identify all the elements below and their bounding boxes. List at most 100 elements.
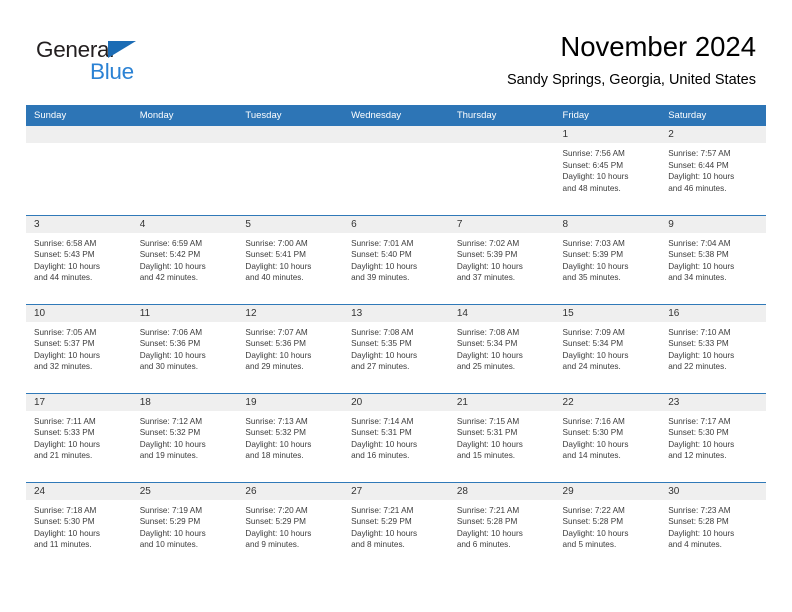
daylight-text-line1: Daylight: 10 hours — [562, 172, 629, 182]
sunrise-text: Sunrise: 7:57 AM — [668, 149, 731, 158]
sunrise-text: Sunrise: 7:14 AM — [351, 416, 414, 426]
day-details: Sunrise: 7:12 AM Sunset: 5:32 PM Daylight:… — [132, 411, 238, 462]
general-blue-logo[interactable]: General Blue — [36, 38, 236, 84]
calendar-day-cell[interactable]: 14 Sunrise: 7:08 AM Sunset: 5:34 PM Dayligh… — [448, 304, 555, 394]
sunrise-text: Sunrise: 7:01 AM — [351, 238, 414, 248]
sunset-text: Sunset: 5:37 PM — [34, 339, 95, 349]
day-details: Sunrise: 6:59 AM Sunset: 5:42 PM Daylight:… — [132, 233, 238, 284]
calendar-day-cell-empty — [343, 126, 449, 216]
calendar-day-cell[interactable]: 11 Sunrise: 7:06 AM Sunset: 5:36 PM Dayligh… — [131, 304, 238, 394]
calendar-day-cell[interactable]: 4 Sunrise: 6:59 AM Sunset: 5:42 PM Daylight… — [131, 215, 238, 305]
weekday-header-tuesday: Tuesday — [237, 105, 344, 126]
day-details: Sunrise: 7:20 AM Sunset: 5:29 PM Daylight:… — [237, 500, 343, 551]
sunrise-text: Sunrise: 7:23 AM — [668, 505, 731, 515]
day-number: 18 — [131, 393, 238, 411]
sunrise-text: Sunrise: 7:13 AM — [245, 416, 308, 426]
calendar-day-cell[interactable]: 16 Sunrise: 7:10 AM Sunset: 5:33 PM Dayligh… — [660, 304, 766, 394]
calendar-day-cell[interactable]: 2 Sunrise: 7:57 AM Sunset: 6:44 PM Daylight… — [660, 126, 766, 216]
day-number: 4 — [131, 215, 238, 233]
day-number: 21 — [448, 393, 555, 411]
calendar-header-row: Sunday Monday Tuesday Wednesday Thursday Frid… — [26, 105, 766, 126]
sunrise-text: Sunrise: 7:08 AM — [456, 327, 520, 337]
day-number: 27 — [343, 482, 449, 500]
calendar-day-cell[interactable]: 3 Sunrise: 6:58 AM Sunset: 5:43 PM Daylight… — [26, 215, 132, 305]
calendar-day-cell[interactable]: 26 Sunrise: 7:20 AM Sunset: 5:29 PM Dayligh… — [237, 482, 344, 571]
calendar-day-cell[interactable]: 5 Sunrise: 7:00 AM Sunset: 5:41 PM Daylight… — [237, 215, 344, 305]
calendar-day-cell[interactable]: 20 Sunrise: 7:14 AM Sunset: 5:31 PM Dayligh… — [343, 393, 449, 483]
sunrise-text: Sunrise: 6:59 AM — [139, 238, 203, 248]
daylight-text-line2: and 27 minutes. — [351, 362, 410, 372]
sunrise-text: Sunrise: 7:19 AM — [139, 505, 203, 515]
calendar-day-cell[interactable]: 24 Sunrise: 7:18 AM Sunset: 5:30 PM Dayligh… — [26, 482, 132, 571]
sunset-text: Sunset: 5:34 PM — [456, 339, 518, 349]
daylight-text-line1: Daylight: 10 hours — [456, 350, 523, 360]
daylight-text-line2: and 24 minutes. — [562, 362, 621, 372]
daylight-text-line2: and 40 minutes. — [245, 273, 304, 283]
calendar-day-cell[interactable]: 19 Sunrise: 7:13 AM Sunset: 5:32 PM Dayligh… — [237, 393, 344, 483]
day-details: Sunrise: 7:07 AM Sunset: 5:36 PM Daylight:… — [237, 322, 343, 373]
calendar-week-row: 1 Sunrise: 7:56 AM Sunset: 6:45 PM Daylight… — [26, 126, 766, 216]
sunset-text: Sunset: 6:45 PM — [562, 160, 624, 170]
calendar-day-cell[interactable]: 10 Sunrise: 7:05 AM Sunset: 5:37 PM Dayligh… — [26, 304, 132, 394]
daylight-text-line1: Daylight: 10 hours — [668, 261, 735, 271]
daylight-text-line1: Daylight: 10 hours — [139, 261, 206, 271]
sunset-text: Sunset: 5:43 PM — [34, 250, 95, 260]
sunset-text: Sunset: 5:36 PM — [245, 339, 306, 349]
sunset-text: Sunset: 6:44 PM — [668, 160, 729, 170]
sunset-text: Sunset: 5:33 PM — [34, 428, 95, 438]
calendar-day-cell[interactable]: 29 Sunrise: 7:22 AM Sunset: 5:28 PM Dayligh… — [554, 482, 661, 571]
sunset-text: Sunset: 5:28 PM — [456, 517, 518, 527]
sunset-text: Sunset: 5:30 PM — [34, 517, 95, 527]
daylight-text-line1: Daylight: 10 hours — [668, 528, 735, 538]
day-details: Sunrise: 7:06 AM Sunset: 5:36 PM Daylight:… — [132, 322, 238, 373]
daylight-text-line1: Daylight: 10 hours — [668, 350, 735, 360]
daylight-text-line2: and 32 minutes. — [34, 362, 93, 372]
daylight-text-line1: Daylight: 10 hours — [351, 439, 418, 449]
calendar-day-cell[interactable]: 27 Sunrise: 7:21 AM Sunset: 5:29 PM Dayligh… — [343, 482, 449, 571]
daylight-text-line2: and 25 minutes. — [456, 362, 516, 372]
day-details: Sunrise: 7:13 AM Sunset: 5:32 PM Daylight:… — [237, 411, 343, 462]
sunrise-text: Sunrise: 7:56 AM — [562, 149, 625, 158]
calendar-day-cell[interactable]: 1 Sunrise: 7:56 AM Sunset: 6:45 PM Daylight… — [554, 126, 661, 216]
sunrise-text: Sunrise: 7:09 AM — [562, 327, 625, 337]
calendar-day-cell[interactable]: 17 Sunrise: 7:11 AM Sunset: 5:33 PM Dayligh… — [26, 393, 132, 483]
calendar-day-cell[interactable]: 8 Sunrise: 7:03 AM Sunset: 5:39 PM Daylight… — [554, 215, 661, 305]
calendar-day-cell[interactable]: 7 Sunrise: 7:02 AM Sunset: 5:39 PM Daylight… — [448, 215, 555, 305]
day-number: 23 — [660, 393, 766, 411]
day-number: 22 — [554, 393, 661, 411]
calendar-day-cell[interactable]: 15 Sunrise: 7:09 AM Sunset: 5:34 PM Dayligh… — [554, 304, 661, 394]
sunrise-text: Sunrise: 7:05 AM — [34, 327, 97, 337]
sunrise-text: Sunrise: 7:10 AM — [668, 327, 731, 337]
calendar-day-cell[interactable]: 6 Sunrise: 7:01 AM Sunset: 5:40 PM Daylight… — [343, 215, 449, 305]
day-number: 20 — [343, 393, 449, 411]
calendar-day-cell[interactable]: 9 Sunrise: 7:04 AM Sunset: 5:38 PM Daylight… — [660, 215, 766, 305]
day-number — [448, 126, 555, 143]
daylight-text-line2: and 22 minutes. — [668, 362, 727, 372]
calendar-day-cell[interactable]: 22 Sunrise: 7:16 AM Sunset: 5:30 PM Dayligh… — [554, 393, 661, 483]
calendar-day-cell[interactable]: 12 Sunrise: 7:07 AM Sunset: 5:36 PM Dayligh… — [237, 304, 344, 394]
calendar-day-cell[interactable]: 25 Sunrise: 7:19 AM Sunset: 5:29 PM Dayligh… — [131, 482, 238, 571]
calendar-day-cell[interactable]: 28 Sunrise: 7:21 AM Sunset: 5:28 PM Dayligh… — [448, 482, 555, 571]
day-details: Sunrise: 7:00 AM Sunset: 5:41 PM Daylight:… — [237, 233, 343, 284]
calendar-day-cell[interactable]: 23 Sunrise: 7:17 AM Sunset: 5:30 PM Dayligh… — [660, 393, 766, 483]
sunrise-text: Sunrise: 7:15 AM — [456, 416, 520, 426]
weekday-header-row: Sunday Monday Tuesday Wednesday Thursday Frid… — [26, 105, 766, 126]
day-details: Sunrise: 7:09 AM Sunset: 5:34 PM Daylight:… — [555, 322, 661, 373]
daylight-text-line2: and 18 minutes. — [245, 451, 304, 461]
sunset-text: Sunset: 5:38 PM — [668, 250, 729, 260]
day-details: Sunrise: 7:21 AM Sunset: 5:29 PM Daylight:… — [343, 500, 449, 551]
calendar-day-cell[interactable]: 21 Sunrise: 7:15 AM Sunset: 5:31 PM Dayligh… — [448, 393, 555, 483]
day-details: Sunrise: 7:19 AM Sunset: 5:29 PM Daylight:… — [132, 500, 238, 551]
day-number: 11 — [131, 304, 238, 322]
calendar-body: 1 Sunrise: 7:56 AM Sunset: 6:45 PM Daylight… — [26, 126, 766, 571]
daylight-text-line2: and 16 minutes. — [351, 451, 410, 461]
day-number: 6 — [343, 215, 449, 233]
daylight-text-line2: and 14 minutes. — [562, 451, 621, 461]
daylight-text-line1: Daylight: 10 hours — [562, 261, 629, 271]
sunrise-text: Sunrise: 7:06 AM — [139, 327, 203, 337]
daylight-text-line2: and 35 minutes. — [562, 273, 621, 283]
calendar-day-cell[interactable]: 18 Sunrise: 7:12 AM Sunset: 5:32 PM Dayligh… — [131, 393, 238, 483]
calendar-day-cell[interactable]: 30 Sunrise: 7:23 AM Sunset: 5:28 PM Dayligh… — [660, 482, 766, 571]
daylight-text-line1: Daylight: 10 hours — [562, 528, 629, 538]
calendar-day-cell[interactable]: 13 Sunrise: 7:08 AM Sunset: 5:35 PM Dayligh… — [343, 304, 449, 394]
